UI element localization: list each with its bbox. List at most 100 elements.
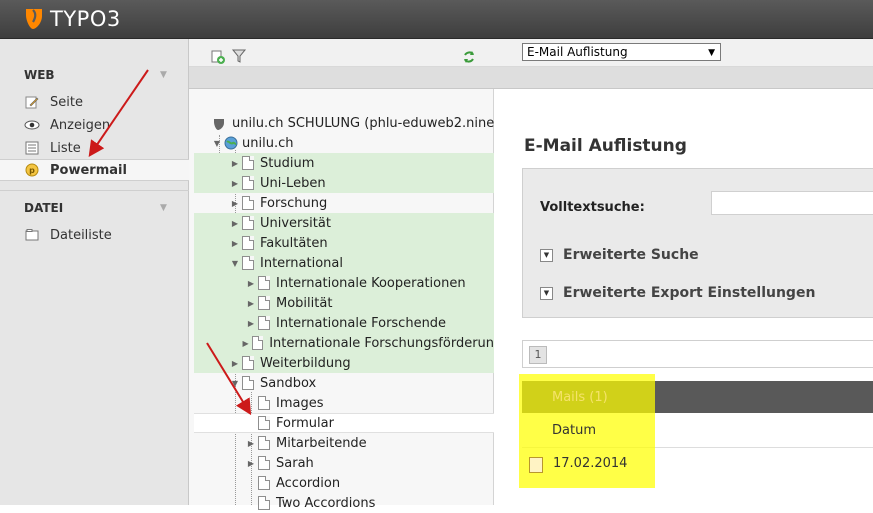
tree-item-two-accordions[interactable]: Two Accordions [194,493,494,513]
tree-item-internationale-forschende[interactable]: ▶ Internationale Forschende [194,313,494,333]
tree-item-sandbox[interactable]: ▼ Sandbox [194,373,494,393]
module-item-anzeigen[interactable]: Anzeigen [0,114,189,136]
expand-arrow-icon[interactable]: ▶ [230,359,240,368]
typo3-logo-icon [26,9,42,29]
tree-item-label: Images [276,395,324,411]
expand-arrow-icon[interactable]: ▶ [246,439,256,448]
tree-item-formular[interactable]: Formular [194,413,494,433]
chevron-down-icon: ▼ [540,248,553,262]
filter-icon[interactable] [231,48,247,64]
pencil-icon [24,94,40,110]
globe-icon [224,136,238,150]
page-icon [242,376,254,390]
module-item-dateiliste[interactable]: Dateiliste [0,224,189,246]
expand-arrow-icon[interactable]: ▶ [230,219,240,228]
page-icon [258,436,270,450]
tree-item-mitarbeitende[interactable]: ▶ Mitarbeitende [194,433,494,453]
tree-item-site[interactable]: ▼ unilu.ch [212,133,494,153]
collapse-arrow-icon[interactable]: ▼ [212,139,222,148]
tree-item-label: Accordion [276,475,341,491]
module-group-web-title[interactable]: WEB [24,68,55,82]
expand-arrow-icon[interactable]: ▶ [246,279,256,288]
tree-item-studium[interactable]: ▶ Studium [194,153,494,173]
expand-arrow-icon[interactable]: ▶ [246,459,256,468]
page-icon [242,216,254,230]
tree-item-label: Universität [260,215,331,231]
tree-item-forschung[interactable]: ▶ Forschung [194,193,494,213]
expand-arrow-icon[interactable]: ▶ [230,179,240,188]
dropdown-caret-icon: ▼ [708,48,715,58]
expand-arrow-icon[interactable]: ▶ [246,319,256,328]
tree-item-universitaet[interactable]: ▶ Universität [194,213,494,233]
tree-item-internationale-kooperationen[interactable]: ▶ Internationale Kooperationen [194,273,494,293]
tree-item-label: Internationale Kooperationen [276,275,466,291]
tree-item-label: unilu.ch [242,135,294,151]
refresh-icon[interactable] [462,50,478,66]
module-item-powermail[interactable]: p Powermail [0,159,189,181]
module-item-liste[interactable]: Liste [0,137,189,159]
extended-export-toggle[interactable]: ▼ Erweiterte Export Einstellungen [540,285,815,301]
page-icon [242,236,254,250]
expand-arrow-icon[interactable]: ▶ [241,339,250,348]
app-name: TYPO3 [50,7,121,31]
tree-root[interactable]: unilu.ch SCHULUNG (phlu-eduweb2.nine.c [212,116,506,131]
expand-arrow-icon[interactable]: ▶ [230,199,240,208]
module-item-seite[interactable]: Seite [0,91,189,113]
page-icon [258,416,270,430]
mails-count-label: Mails (1) [552,390,608,405]
tree-item-fakultaeten[interactable]: ▶ Fakultäten [194,233,494,253]
page-icon [258,476,270,490]
module-item-label: Powermail [50,162,127,178]
module-divider [0,190,189,191]
expand-arrow-icon[interactable]: ▶ [230,159,240,168]
tree-item-weiterbildung[interactable]: ▶ Weiterbildung [194,353,494,373]
tree-item-label: Forschung [260,195,328,211]
tree-item-internationale-forschungsfoerderung[interactable]: ▶ Internationale Forschungsförderun [194,333,494,353]
mail-record-icon[interactable] [529,457,543,473]
typo3-root-icon [214,118,224,130]
tree-item-label: Internationale Forschungsförderun [269,335,494,351]
collapse-arrow-icon[interactable]: ▼ [230,259,240,268]
search-input[interactable] [711,191,873,215]
pager-page-button[interactable]: 1 [529,346,547,364]
tree-item-label: Fakultäten [260,235,328,251]
tree-item-uni-leben[interactable]: ▶ Uni-Leben [194,173,494,193]
function-select-value: E-Mail Auflistung [527,45,628,59]
extended-search-label: Erweiterte Suche [563,247,699,263]
expand-arrow-icon[interactable]: ▶ [230,239,240,248]
docheader-bottom [189,67,873,89]
module-item-label: Liste [50,140,81,156]
tree-item-label: International [260,255,343,271]
tree-item-mobilitaet[interactable]: ▶ Mobilität [194,293,494,313]
column-header-datum[interactable]: Datum [552,423,596,438]
tree-item-label: Sandbox [260,375,317,391]
page-icon [242,196,254,210]
tree-item-accordion[interactable]: Accordion [194,473,494,493]
typo3-logo[interactable]: TYPO3 [24,7,121,31]
tree-item-sarah[interactable]: ▶ Sarah [194,453,494,473]
powermail-icon: p [24,162,40,178]
new-page-icon[interactable] [210,49,226,65]
folder-icon [24,227,40,243]
module-group-datei-title[interactable]: DATEI [24,201,63,215]
page-icon [252,336,264,350]
tree-item-label: Two Accordions [276,495,376,511]
tree-root-label: unilu.ch SCHULUNG (phlu-eduweb2.nine.c [232,116,506,131]
collapse-arrow-icon[interactable]: ▼ [160,203,167,213]
extended-search-toggle[interactable]: ▼ Erweiterte Suche [540,247,699,263]
tree-item-label: Uni-Leben [260,175,326,191]
page-icon [258,276,270,290]
eye-icon [24,117,40,133]
search-label: Volltextsuche: [540,200,645,215]
module-item-label: Dateiliste [50,227,112,243]
function-select[interactable]: E-Mail Auflistung ▼ [522,43,721,61]
page-icon [258,296,270,310]
tree-item-images[interactable]: Images [194,393,494,413]
tree-item-international[interactable]: ▼ International [194,253,494,273]
collapse-arrow-icon[interactable]: ▼ [230,379,240,388]
mail-date[interactable]: 17.02.2014 [553,456,627,471]
tree-item-label: Internationale Forschende [276,315,447,331]
tree-item-label: Mitarbeitende [276,435,367,451]
collapse-arrow-icon[interactable]: ▼ [160,70,167,80]
expand-arrow-icon[interactable]: ▶ [246,299,256,308]
